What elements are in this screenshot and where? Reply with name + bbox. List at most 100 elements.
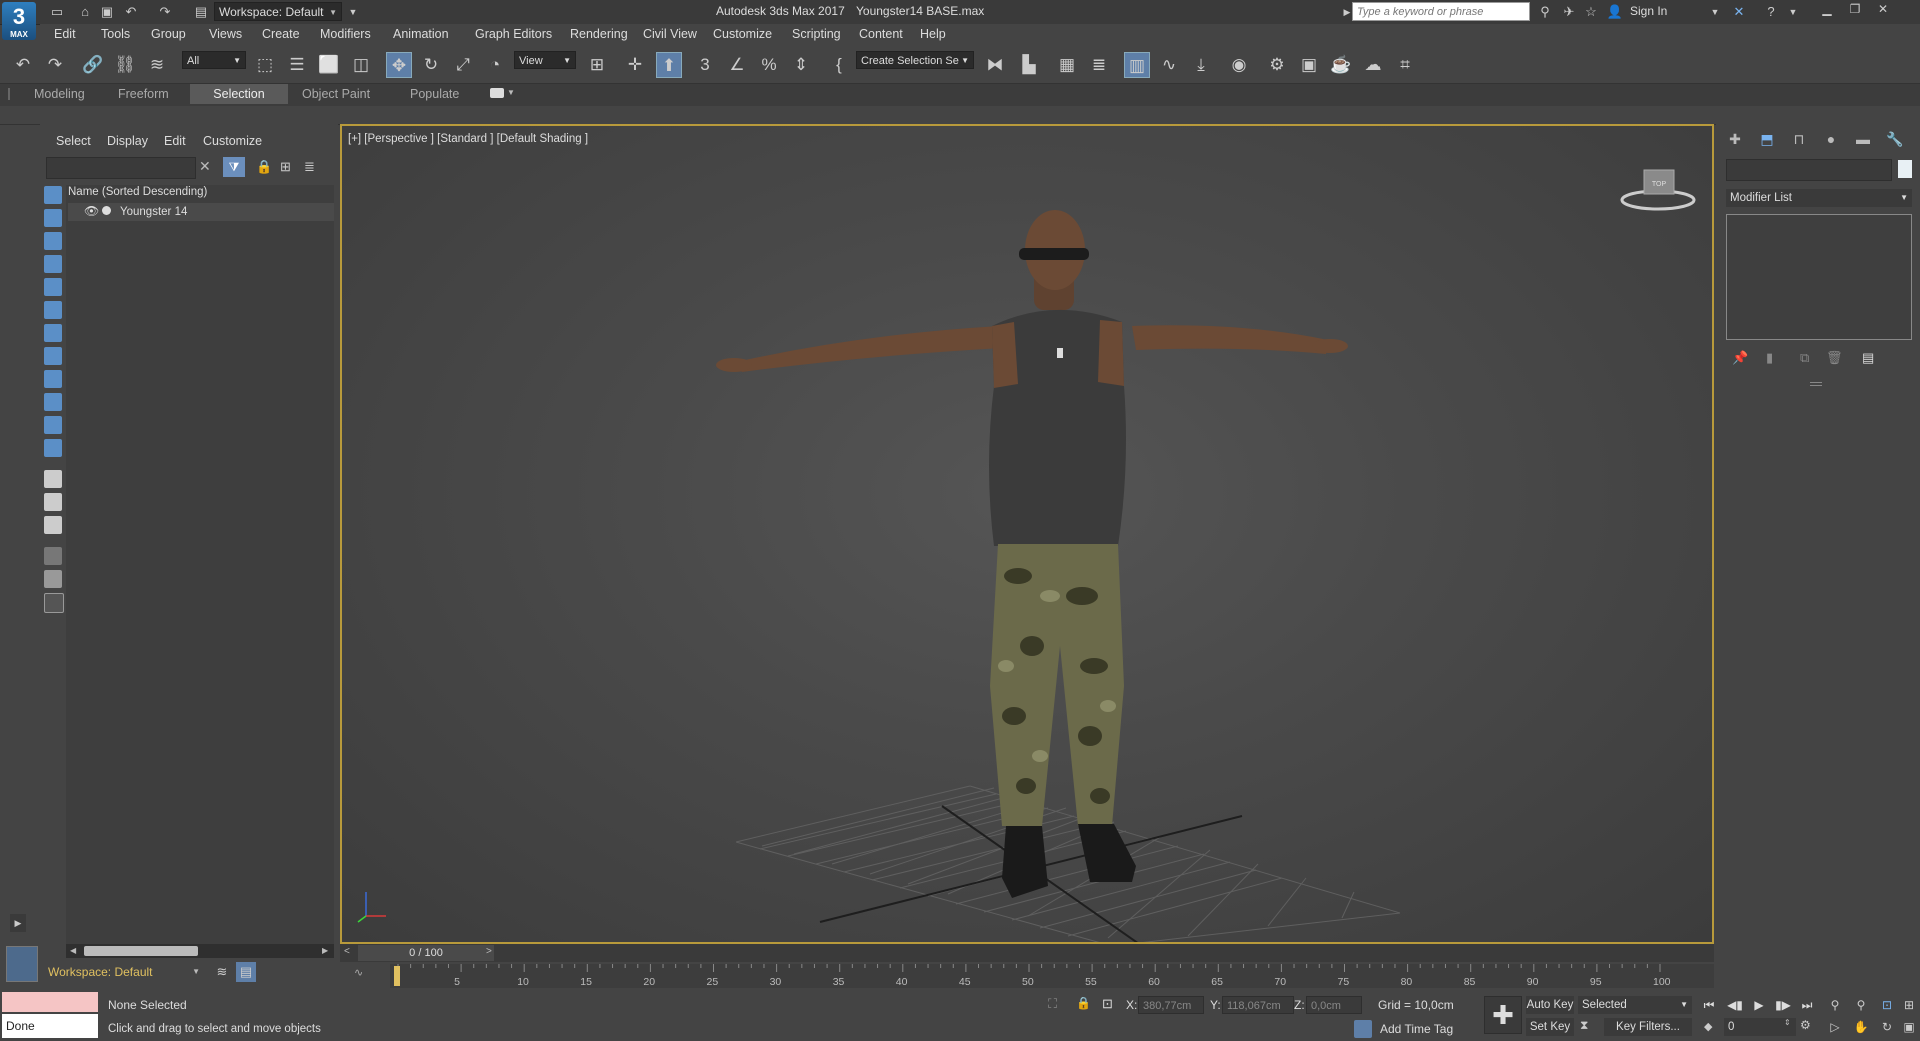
menu-scripting[interactable]: Scripting [792, 27, 841, 41]
favorites-star-icon[interactable]: ☆ [1582, 3, 1600, 21]
viewport-layout-tab[interactable] [6, 946, 38, 982]
go-to-start-icon[interactable]: ⏮ [1700, 996, 1718, 1014]
display-tab-icon[interactable]: ▬ [1852, 128, 1874, 150]
rectangular-selection-icon[interactable]: ⬜ [316, 52, 342, 78]
spinner-snap-icon[interactable]: ⇕ [788, 52, 814, 78]
a360-gallery-icon[interactable]: ⌗ [1392, 52, 1418, 78]
display-helpers-icon[interactable] [44, 278, 62, 296]
scene-filter-input[interactable] [46, 157, 196, 179]
tab-freeform[interactable]: Freeform [108, 84, 179, 104]
render-setup-icon[interactable]: ⚙ [1264, 52, 1290, 78]
snaps-toggle-icon[interactable]: 3 [692, 52, 718, 78]
se-menu-customize[interactable]: Customize [203, 134, 262, 148]
select-by-name-icon[interactable]: ☰ [284, 52, 310, 78]
viewcube[interactable]: TOP [1618, 164, 1698, 217]
selection-filter-select[interactable]: All ▼ [182, 51, 246, 69]
frame-spinner-icon[interactable]: ⇕ [1784, 1018, 1791, 1027]
zoom-extents-all-icon[interactable]: ⊞ [1900, 996, 1918, 1014]
explorer-workspace-select[interactable]: Workspace: Default ▼ [44, 962, 204, 982]
x-coordinate-field[interactable]: 380,77cm [1138, 996, 1204, 1014]
display-frozen-icon[interactable] [44, 416, 62, 434]
percent-snap-icon[interactable]: % [756, 52, 782, 78]
render-production-icon[interactable]: ☕ [1328, 52, 1354, 78]
open-file-icon[interactable]: ⌂ [76, 3, 94, 21]
subscription-icon[interactable]: ✈ [1560, 3, 1578, 21]
menu-help[interactable]: Help [920, 27, 946, 41]
se-menu-select[interactable]: Select [56, 134, 91, 148]
pivot-center-icon[interactable]: ⊞ [584, 52, 610, 78]
new-file-icon[interactable]: ▭ [48, 3, 66, 21]
reference-coordinate-select[interactable]: View ▼ [514, 51, 576, 69]
keyboard-shortcut-override-icon[interactable]: ⬆ [656, 52, 682, 78]
expand-toolbar-icon[interactable]: ▶ [10, 914, 26, 932]
utilities-tab-icon[interactable]: 🔧 [1884, 128, 1906, 150]
project-folder-icon[interactable]: ▤ [192, 3, 210, 21]
select-manipulate-icon[interactable]: ✛ [622, 52, 648, 78]
layer-sort-icon[interactable]: ≣ [304, 159, 315, 175]
visibility-eye-icon[interactable]: 👁 [84, 204, 99, 218]
selection-lock-icon[interactable]: 🔒 [1076, 996, 1091, 1010]
save-file-icon[interactable]: ▣ [98, 3, 116, 21]
key-filters-button[interactable]: Key Filters... [1604, 1018, 1692, 1036]
menu-views[interactable]: Views [209, 27, 242, 41]
display-all-icon[interactable] [44, 470, 62, 488]
menu-customize[interactable]: Customize [713, 27, 772, 41]
absolute-mode-icon[interactable]: ⊡ [1102, 996, 1113, 1012]
select-and-scale-icon[interactable]: ⤢ [450, 52, 476, 78]
maximize-viewport-icon[interactable]: ▣ [1900, 1018, 1918, 1036]
scrollbar-thumb[interactable] [84, 946, 198, 956]
angle-snap-icon[interactable]: ∠ [724, 52, 750, 78]
maximize-button[interactable]: ❐ [1842, 1, 1868, 17]
isolate-selection-icon[interactable]: ⛶ [1048, 996, 1057, 1012]
link-icon[interactable]: 🔗 [80, 52, 106, 78]
configure-modifier-sets-icon[interactable]: ▤ [1862, 350, 1874, 366]
key-mode-icon[interactable]: ⧗ [1580, 1018, 1588, 1033]
filter-funnel-icon[interactable] [44, 570, 62, 588]
align-icon[interactable]: ▙ [1016, 52, 1042, 78]
time-slider-thumb[interactable]: 0 / 100 [358, 945, 494, 961]
menu-modifiers[interactable]: Modifiers [320, 27, 371, 41]
unlink-icon[interactable]: ⛓ [112, 52, 138, 78]
display-geometry-icon[interactable] [44, 186, 62, 204]
minimize-button[interactable]: ▁ [1814, 1, 1840, 17]
app-logo-button[interactable]: 3 MAX [2, 2, 36, 40]
scroll-left-icon[interactable]: ◀ [70, 946, 76, 955]
object-name-field[interactable] [1726, 159, 1892, 181]
field-of-view-icon[interactable]: ▷ [1826, 1018, 1844, 1036]
next-frame-button-icon[interactable]: ▮▶ [1774, 996, 1792, 1014]
workspace-select[interactable]: Workspace: Default ▼ [214, 2, 342, 21]
tab-selection[interactable]: Selection [190, 84, 288, 104]
maxscript-output[interactable]: Done [2, 1014, 98, 1038]
undo-icon[interactable]: ↶ [122, 3, 140, 21]
ribbon-options-icon[interactable] [490, 88, 504, 98]
undo-icon[interactable]: ↶ [10, 52, 36, 78]
lock-icon[interactable]: 🔒 [256, 159, 272, 175]
list-column-header[interactable]: Name (Sorted Descending) [68, 186, 207, 198]
display-groups-icon[interactable] [44, 324, 62, 342]
menu-tools[interactable]: Tools [101, 27, 130, 41]
pan-view-icon[interactable]: ✋ [1852, 1018, 1870, 1036]
search-input[interactable]: Type a keyword or phrase [1352, 2, 1530, 21]
time-slider-track[interactable] [340, 944, 1714, 962]
exchange-apps-icon[interactable]: ✕ [1730, 3, 1748, 21]
menu-graph-editors[interactable]: Graph Editors [475, 27, 552, 41]
display-cameras-icon[interactable] [44, 255, 62, 273]
tab-modeling[interactable]: Modeling [24, 84, 95, 104]
named-selection-icon[interactable]: { [826, 52, 852, 78]
menu-group[interactable]: Group [151, 27, 186, 41]
ribbon-options-dropdown-icon[interactable]: ▼ [507, 88, 515, 97]
tab-object-paint[interactable]: Object Paint [292, 84, 380, 104]
time-configuration-icon[interactable]: ⚙ [1800, 1018, 1811, 1032]
set-keys-icon[interactable]: ✚ [1484, 996, 1522, 1034]
object-color-swatch[interactable] [1898, 160, 1912, 178]
go-to-end-icon[interactable]: ⏭ [1798, 996, 1816, 1014]
modifier-stack[interactable] [1726, 214, 1912, 340]
previous-frame-icon[interactable]: ◀▮ [1726, 996, 1744, 1014]
perspective-viewport[interactable] [340, 124, 1714, 944]
close-button[interactable]: ✕ [1870, 1, 1896, 17]
se-menu-edit[interactable]: Edit [164, 134, 186, 148]
menu-civil-view[interactable]: Civil View [643, 27, 697, 41]
maxscript-listener[interactable] [2, 992, 98, 1012]
redo-icon[interactable]: ↷ [156, 3, 174, 21]
menu-content[interactable]: Content [859, 27, 903, 41]
